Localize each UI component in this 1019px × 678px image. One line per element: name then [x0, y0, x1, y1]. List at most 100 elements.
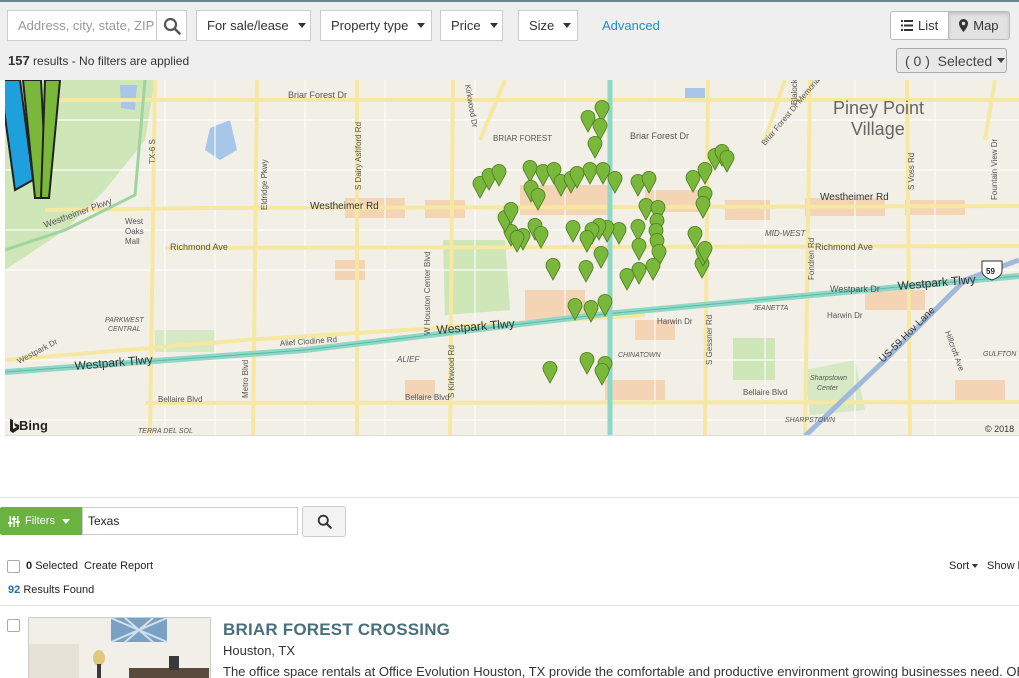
- map-label: West: [125, 217, 144, 226]
- filters-button[interactable]: Filters: [0, 507, 82, 535]
- advanced-link[interactable]: Advanced: [602, 18, 660, 33]
- results-summary: 157 results - No filters are applied: [8, 53, 189, 68]
- property-marker-icon[interactable]: [582, 161, 598, 185]
- map-label: Westpark Dr: [16, 337, 60, 366]
- listing-thumbnail[interactable]: [28, 617, 211, 678]
- map-label: Metro Blvd: [241, 360, 250, 398]
- property-marker-icon[interactable]: [522, 159, 538, 183]
- map-label: PARKWEST: [105, 317, 144, 324]
- property-marker-icon[interactable]: [645, 257, 661, 281]
- list-view-button[interactable]: List: [891, 12, 949, 39]
- map-label: Bellaire Blvd: [743, 388, 787, 397]
- property-marker-icon[interactable]: [542, 360, 558, 384]
- map-canvas[interactable]: Briar Forest Dr Briar Forest Dr BRIAR FO…: [5, 80, 1019, 436]
- park-area: [733, 338, 775, 380]
- chevron-down-icon: [489, 23, 498, 28]
- map-label: S Dairy Ashford Rd: [354, 122, 363, 190]
- location-filter-field: [82, 507, 298, 535]
- location-filter-input[interactable]: [83, 508, 297, 534]
- map-label: Center: [817, 385, 839, 392]
- property-marker-icon[interactable]: [697, 161, 713, 185]
- property-type-label: Property type: [331, 18, 409, 33]
- property-marker-icon[interactable]: [545, 257, 561, 281]
- results-count: 157: [8, 53, 30, 68]
- property-marker-icon[interactable]: [630, 218, 646, 242]
- property-marker-icon[interactable]: [578, 259, 594, 283]
- map-label: Piney Point: [833, 98, 924, 118]
- map-label: BRIAR FOREST: [493, 134, 552, 143]
- search-button[interactable]: [156, 11, 186, 40]
- filters-label: Filters: [25, 515, 55, 527]
- map-label: Village: [851, 119, 905, 139]
- selected-count-label: Selected: [35, 560, 78, 572]
- size-dropdown[interactable]: Size: [518, 10, 578, 41]
- property-marker-icon[interactable]: [719, 149, 735, 173]
- property-marker-icon[interactable]: [579, 351, 595, 375]
- property-marker-icon[interactable]: [685, 169, 701, 193]
- map-label: Briar Forest Dr: [630, 131, 689, 141]
- list-search-button[interactable]: [302, 506, 346, 537]
- show-dropdown[interactable]: Show l: [987, 560, 1019, 572]
- map-view-button[interactable]: Map: [948, 12, 1009, 39]
- map-view-label: Map: [973, 18, 999, 33]
- price-dropdown[interactable]: Price: [440, 10, 503, 41]
- map-label: Richmond Ave: [815, 242, 873, 252]
- map-label: JEANETTA: [752, 305, 789, 312]
- map-label: Westheimer Rd: [820, 192, 889, 203]
- property-marker-icon[interactable]: [641, 170, 657, 194]
- results-found: 92 Results Found: [8, 584, 94, 596]
- property-marker-icon[interactable]: [533, 225, 549, 249]
- sort-dropdown[interactable]: Sort: [949, 560, 979, 572]
- property-marker-icon[interactable]: [565, 219, 581, 243]
- map-label: S Gessner Rd: [705, 315, 714, 365]
- listing-checkbox[interactable]: [7, 619, 20, 632]
- property-marker-icon[interactable]: [491, 163, 507, 187]
- property-marker-icon[interactable]: [580, 109, 596, 133]
- property-marker-icon[interactable]: [619, 267, 635, 291]
- map-marker-icon: [959, 19, 969, 32]
- listing-description: The office space rentals at Office Evolu…: [223, 664, 1019, 678]
- chevron-down-icon: [297, 23, 306, 28]
- water-area: [120, 85, 137, 110]
- location-search-input[interactable]: [8, 11, 157, 40]
- create-report-link[interactable]: Create Report: [84, 560, 153, 572]
- bing-attribution: Bing: [19, 418, 48, 433]
- property-map[interactable]: Briar Forest Dr Briar Forest Dr BRIAR FO…: [5, 80, 1019, 436]
- for-sale-lease-dropdown[interactable]: For sale/lease: [196, 10, 311, 41]
- property-marker-icon[interactable]: [631, 237, 647, 261]
- location-search: [7, 10, 187, 41]
- map-label: W Houston Center Blvd: [423, 251, 432, 335]
- map-label: Westpark Dr: [830, 284, 880, 294]
- selected-count-number: 0: [26, 560, 33, 572]
- map-label: Westpark Tlwy: [74, 352, 153, 373]
- results-summary-text: results - No filters are applied: [33, 54, 190, 68]
- chevron-down-icon: [61, 518, 70, 524]
- map-label: MID-WEST: [765, 229, 807, 238]
- listing-location: Houston, TX: [223, 643, 296, 658]
- selected-dropdown[interactable]: ( 0 ) Selected: [896, 48, 1007, 73]
- map-label: Bellaire Blvd: [158, 395, 202, 404]
- map-label: Kirkwood Dr: [463, 84, 479, 129]
- select-all-checkbox[interactable]: [7, 560, 20, 573]
- map-label: S Voss Rd: [907, 153, 916, 190]
- property-markers[interactable]: [472, 99, 735, 386]
- price-label: Price: [451, 18, 481, 33]
- selection-row: 0 Selected Create Report Sort Show l: [7, 559, 1019, 575]
- map-label: GULFTON: [983, 351, 1017, 358]
- search-icon: [163, 17, 181, 35]
- map-label: S Kirkwood Rd: [447, 345, 456, 398]
- property-marker-icon[interactable]: [587, 135, 603, 159]
- bing-logo: Bing: [9, 418, 48, 433]
- map-label: SHARPSTOWN: [785, 417, 836, 424]
- map-label: Blalock: [790, 80, 799, 105]
- divider: [0, 605, 1019, 606]
- sort-label: Sort: [949, 560, 970, 572]
- property-type-dropdown[interactable]: Property type: [320, 10, 432, 41]
- property-marker-icon[interactable]: [593, 245, 609, 269]
- chevron-down-icon: [972, 564, 979, 568]
- listing-title[interactable]: BRIAR FOREST CROSSING: [223, 620, 450, 640]
- property-marker-icon[interactable]: [631, 261, 647, 285]
- sliders-icon: [8, 515, 20, 527]
- map-labels: Briar Forest Dr Briar Forest Dr BRIAR FO…: [16, 80, 1018, 435]
- map-label: Sharpstown: [810, 375, 847, 382]
